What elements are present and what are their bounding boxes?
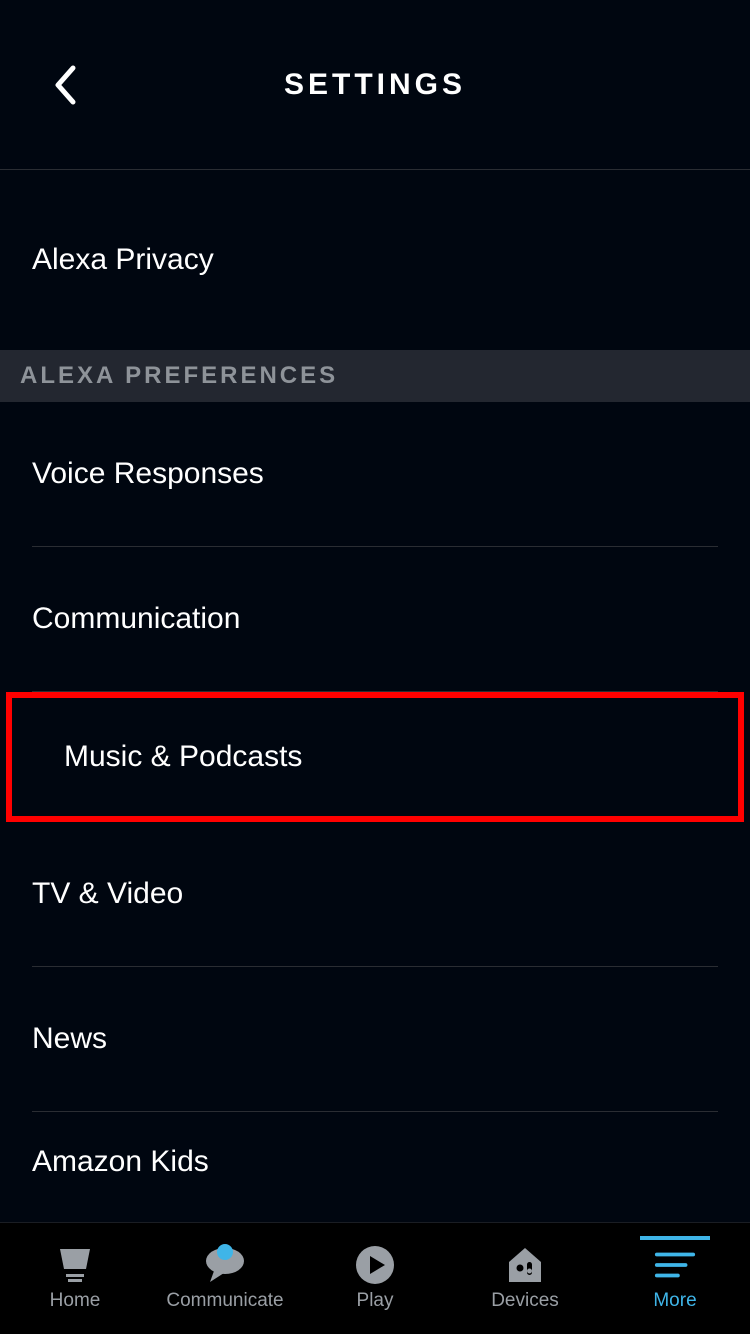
list-item-label: TV & Video bbox=[32, 877, 183, 911]
nav-item-more[interactable]: More bbox=[600, 1246, 750, 1312]
list-item-news[interactable]: News bbox=[32, 967, 718, 1112]
notification-dot bbox=[217, 1244, 233, 1260]
list-item-music-podcasts[interactable]: Music & Podcasts bbox=[6, 692, 744, 822]
play-icon bbox=[353, 1246, 397, 1284]
nav-label: Communicate bbox=[166, 1290, 283, 1312]
nav-label: Home bbox=[50, 1290, 101, 1312]
bottom-nav: Home Communicate Play bbox=[0, 1222, 750, 1334]
nav-label: More bbox=[653, 1290, 696, 1312]
nav-item-communicate[interactable]: Communicate bbox=[150, 1246, 300, 1312]
page-title: SETTINGS bbox=[284, 68, 466, 102]
header: SETTINGS bbox=[0, 0, 750, 170]
settings-list: Alexa Privacy ALEXA PREFERENCES Voice Re… bbox=[0, 170, 750, 1222]
list-item-alexa-privacy[interactable]: Alexa Privacy bbox=[32, 170, 718, 350]
nav-item-home[interactable]: Home bbox=[0, 1246, 150, 1312]
list-item-label: Communication bbox=[32, 602, 240, 636]
section-header-preferences: ALEXA PREFERENCES bbox=[0, 350, 750, 402]
list-item-label: Music & Podcasts bbox=[64, 740, 302, 774]
nav-label: Devices bbox=[491, 1290, 559, 1312]
devices-icon bbox=[503, 1246, 547, 1284]
list-item-label: News bbox=[32, 1022, 107, 1056]
nav-label: Play bbox=[357, 1290, 394, 1312]
chevron-left-icon bbox=[54, 65, 76, 105]
list-item-label: Amazon Kids bbox=[32, 1145, 209, 1179]
communicate-icon bbox=[203, 1246, 247, 1284]
back-button[interactable] bbox=[45, 60, 85, 110]
list-item-communication[interactable]: Communication bbox=[32, 547, 718, 692]
list-item-tv-video[interactable]: TV & Video bbox=[32, 822, 718, 967]
home-icon bbox=[53, 1246, 97, 1284]
nav-item-play[interactable]: Play bbox=[300, 1246, 450, 1312]
list-item-amazon-kids[interactable]: Amazon Kids bbox=[32, 1112, 718, 1212]
more-icon bbox=[653, 1246, 697, 1284]
list-item-voice-responses[interactable]: Voice Responses bbox=[32, 402, 718, 547]
nav-item-devices[interactable]: Devices bbox=[450, 1246, 600, 1312]
list-item-label: Alexa Privacy bbox=[32, 243, 214, 277]
list-item-label: Voice Responses bbox=[32, 457, 264, 491]
